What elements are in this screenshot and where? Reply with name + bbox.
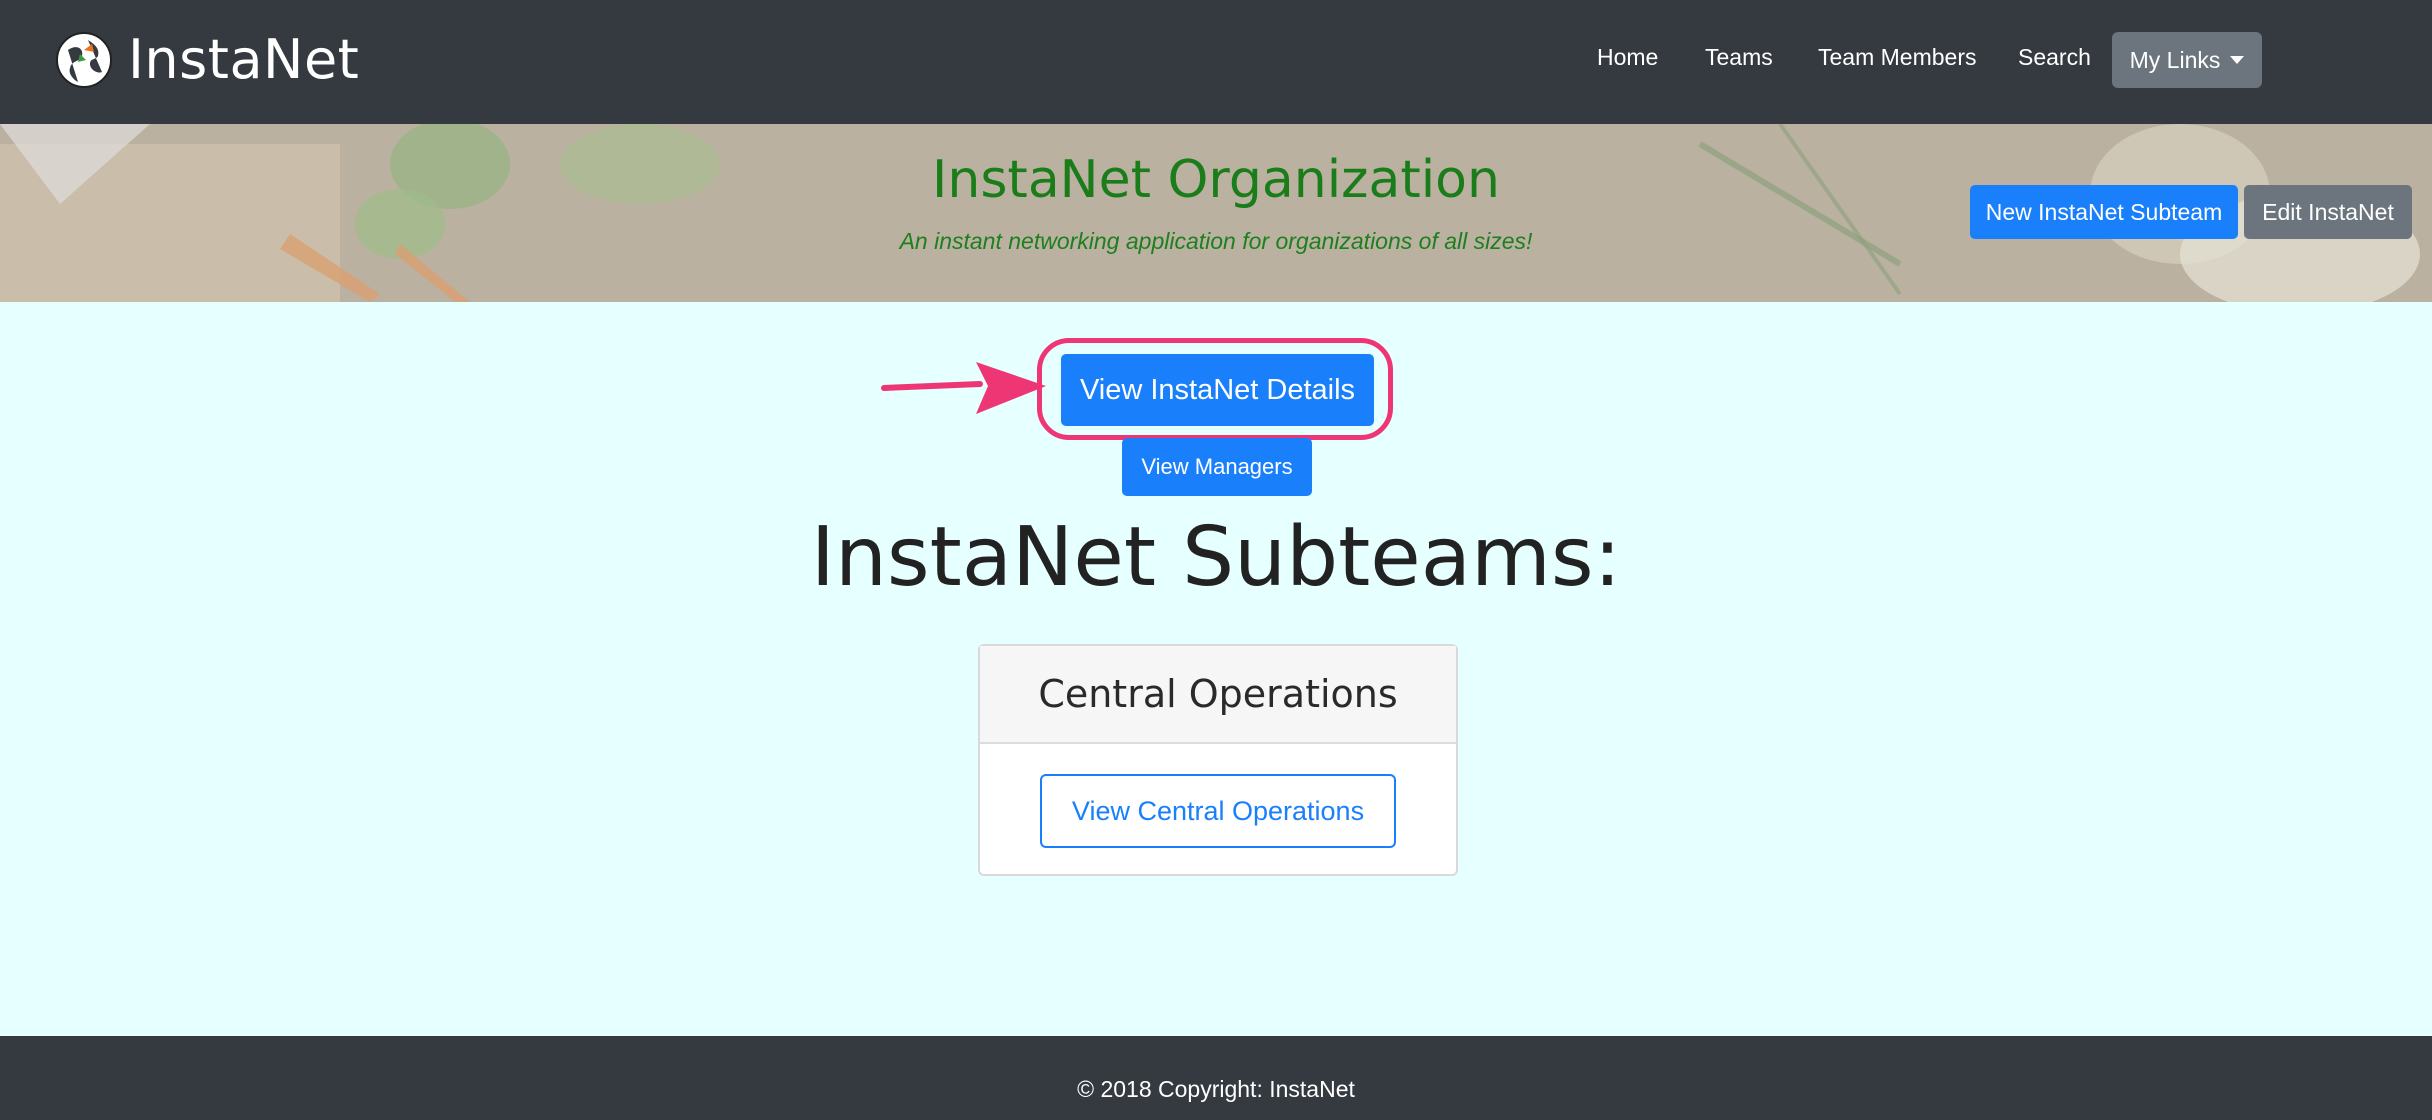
view-central-operations-button[interactable]: View Central Operations — [1040, 774, 1396, 848]
hero-banner: InstaNet Organization An instant network… — [0, 124, 2432, 302]
nav-home-link[interactable]: Home — [1597, 44, 1658, 71]
globe-icon — [56, 31, 112, 88]
annotation-arrow-icon — [881, 362, 1046, 414]
my-links-dropdown[interactable]: My Links — [2112, 32, 2262, 88]
view-instanet-details-button[interactable]: View InstaNet Details — [1061, 354, 1374, 426]
subteams-heading: InstaNet Subteams: — [810, 510, 1622, 605]
my-links-label: My Links — [2129, 46, 2221, 73]
footer-copyright: © 2018 Copyright: InstaNet — [1077, 1076, 1355, 1102]
nav-team-members-link[interactable]: Team Members — [1818, 44, 1976, 71]
view-managers-button[interactable]: View Managers — [1122, 438, 1312, 496]
brand-link[interactable]: InstaNet — [54, 28, 359, 91]
brand-name: InstaNet — [128, 28, 360, 91]
nav-teams-link[interactable]: Teams — [1705, 44, 1773, 71]
caret-down-icon — [2230, 56, 2245, 64]
new-subteam-button[interactable]: New InstaNet Subteam — [1970, 185, 2238, 239]
subteam-card-title: Central Operations — [980, 646, 1456, 744]
top-navbar: InstaNet Home Teams Team Members Search … — [0, 0, 2432, 124]
nav-search-link[interactable]: Search — [2018, 44, 2091, 71]
subteam-card: Central Operations View Central Operatio… — [978, 644, 1458, 876]
edit-instanet-button[interactable]: Edit InstaNet — [2244, 185, 2412, 239]
footer: © 2018 Copyright: InstaNet — [0, 1036, 2432, 1120]
